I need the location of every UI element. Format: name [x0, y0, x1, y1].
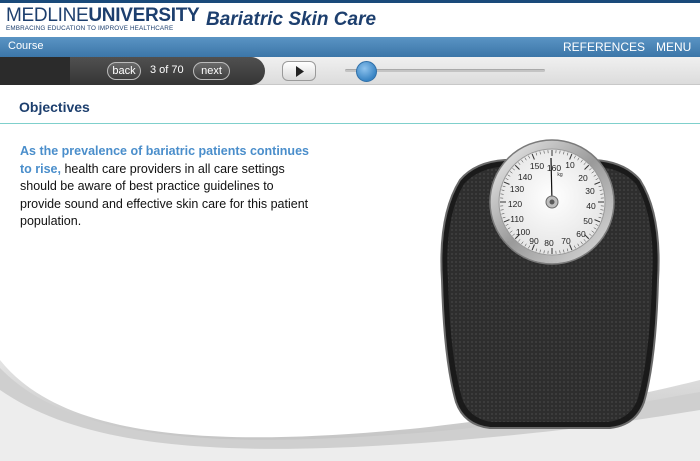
dial-number: 70: [561, 236, 571, 246]
play-icon: [296, 66, 304, 77]
controls-left-edge: [0, 57, 70, 85]
body-text: health care providers in all care settin…: [20, 161, 309, 229]
dial-number: 90: [529, 236, 539, 246]
dial-number: 30: [585, 186, 595, 196]
dial-number: 10: [565, 160, 575, 170]
logo-light-text: MEDLINE: [6, 5, 89, 26]
dial-number: 80: [544, 238, 554, 248]
dial-number: 40: [586, 201, 596, 211]
nav-bar: Course REFERENCES MENU: [0, 37, 700, 57]
app-header: MEDLINEUNIVERSITY EMBRACING EDUCATION TO…: [0, 0, 700, 37]
dial-number: 20: [578, 173, 588, 183]
page-indicator: 3 of 70: [150, 64, 184, 76]
dial-number: 140: [518, 172, 532, 182]
course-title: Bariatric Skin Care: [206, 9, 377, 30]
logo-wordmark: MEDLINEUNIVERSITY: [6, 5, 200, 26]
medline-university-logo: MEDLINEUNIVERSITY EMBRACING EDUCATION TO…: [6, 5, 200, 32]
logo-bold-text: UNIVERSITY: [88, 5, 200, 26]
dial-number: 110: [510, 214, 524, 224]
dial-number: 100: [516, 227, 530, 237]
progress-slider-thumb[interactable]: [356, 61, 377, 82]
play-button[interactable]: [282, 61, 316, 81]
back-button[interactable]: back: [107, 62, 141, 80]
menu-button[interactable]: MENU: [656, 40, 691, 54]
bathroom-scale-image: 150 160 10 140 20 130 30 120 40 110 50 1…: [440, 139, 660, 429]
page-heading: Objectives: [19, 99, 90, 115]
dial-number: 150: [530, 161, 544, 171]
dial-number: 120: [508, 199, 522, 209]
dial-number: 60: [576, 229, 586, 239]
objective-paragraph: As the prevalence of bariatric patients …: [20, 143, 310, 231]
dial-number: 50: [583, 216, 593, 226]
logo-tagline: EMBRACING EDUCATION TO IMPROVE HEALTHCAR…: [6, 25, 174, 32]
dial-unit: kg: [557, 172, 563, 178]
dial-number: 130: [510, 184, 524, 194]
course-label: Course: [8, 40, 44, 52]
next-button[interactable]: next: [193, 62, 230, 80]
references-button[interactable]: REFERENCES: [563, 40, 645, 54]
